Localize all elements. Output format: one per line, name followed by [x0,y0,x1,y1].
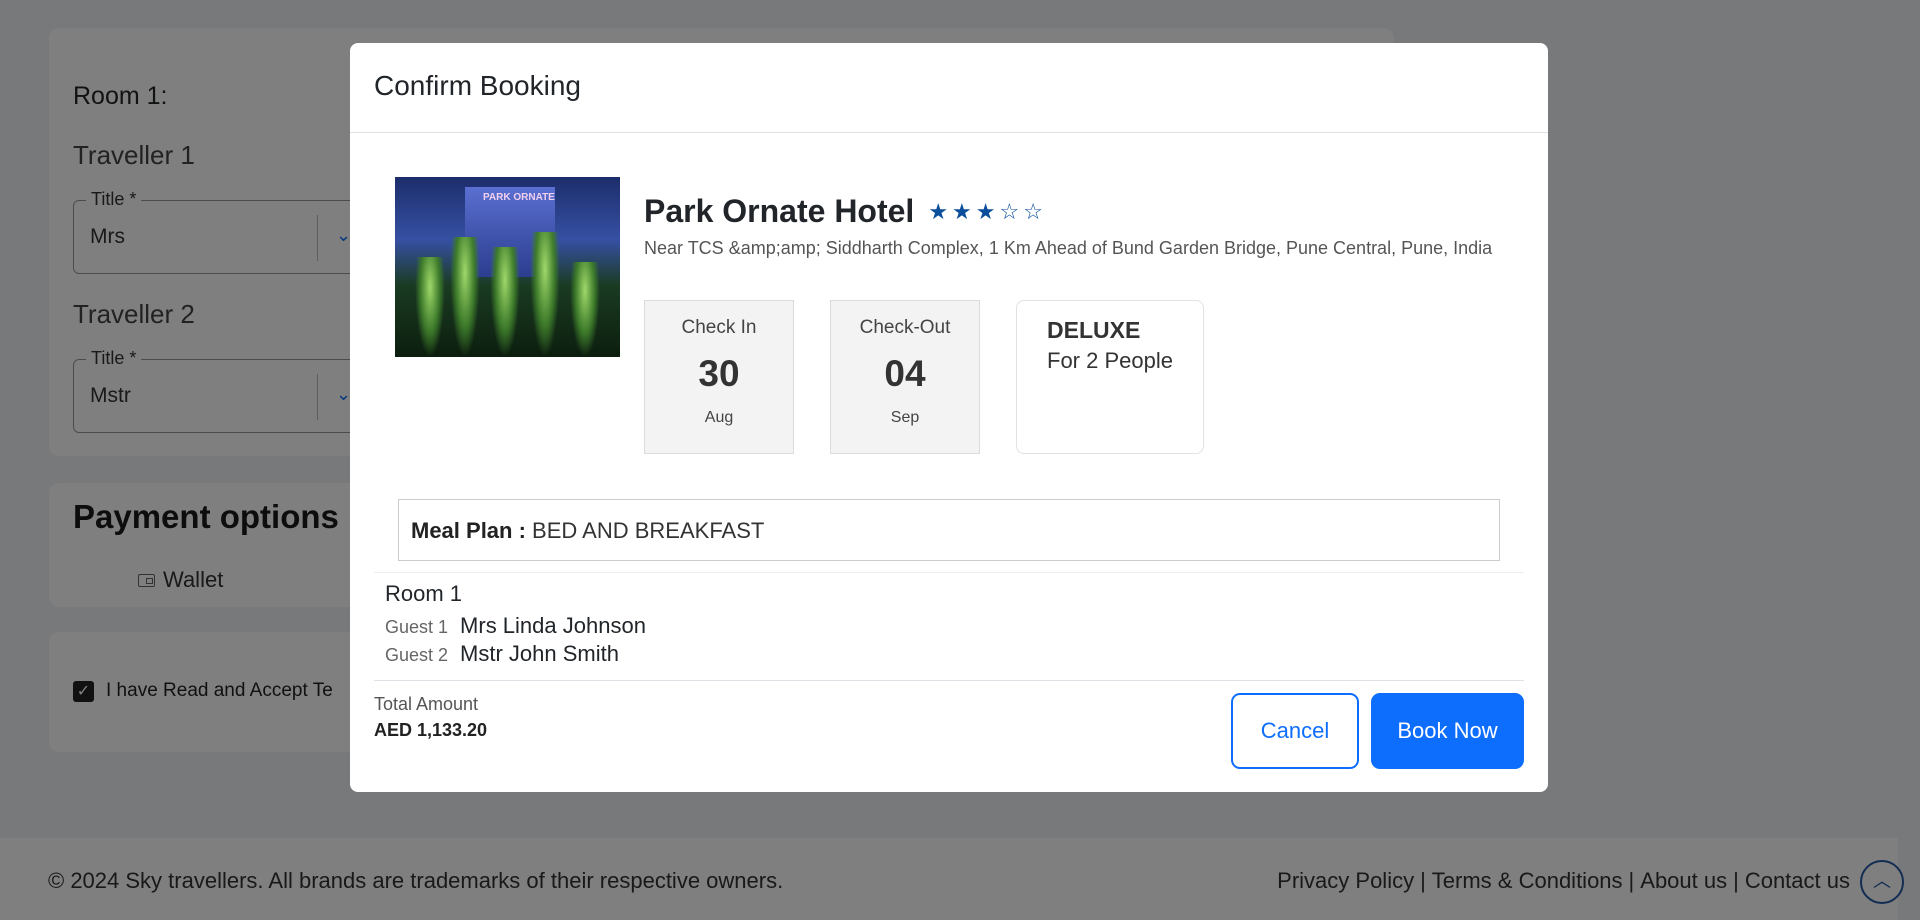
meal-plan-value: BED AND BREAKFAST [532,518,765,543]
hotel-image-sign: PARK ORNATE [483,192,555,203]
check-out-label: Check-Out [859,317,951,338]
check-out-month: Sep [890,409,920,426]
book-now-button[interactable]: Book Now [1371,693,1524,769]
guest-row: Guest 2 Mstr John Smith [385,641,646,667]
modal-header: Confirm Booking [350,43,1548,133]
guest-row: Guest 1 Mrs Linda Johnson [385,613,646,639]
star-empty-icon: ☆ [999,198,1020,224]
hotel-name-row: Park Ornate Hotel ★ ★ ★ ☆ ☆ [644,193,1043,230]
total-label: Total Amount [374,694,479,714]
check-out-box: Check-Out 04 Sep [830,300,980,454]
palm-shape [530,232,560,357]
check-in-label: Check In [681,317,757,338]
guest-name: Mrs Linda Johnson [460,613,646,638]
star-empty-icon: ☆ [1023,198,1043,224]
palm-shape [490,247,520,357]
check-in-day: 30 [698,353,740,394]
guest-label: Guest 2 [385,645,449,665]
room-guests: Room 1 Guest 1 Mrs Linda Johnson Guest 2… [385,581,646,667]
divider [374,680,1524,681]
modal-title: Confirm Booking [374,70,581,101]
confirm-booking-modal: Confirm Booking PARK ORNATE Park Ornate … [350,43,1548,792]
cancel-button[interactable]: Cancel [1231,693,1359,769]
divider [374,572,1524,573]
palm-shape [450,237,480,357]
total-value: AED 1,133.20 [374,720,488,740]
guest-name: Mstr John Smith [460,641,619,666]
star-filled-icon: ★ [952,198,972,224]
hotel-name: Park Ornate Hotel [644,193,915,229]
star-filled-icon: ★ [975,198,996,224]
room-title: Room 1 [385,581,463,606]
meal-plan: Meal Plan : BED AND BREAKFAST [398,499,1500,561]
room-capacity: For 2 People [1047,348,1173,373]
palm-shape [415,257,445,357]
check-out-day: 04 [884,353,926,394]
palm-shape [570,262,600,357]
hotel-image: PARK ORNATE [395,177,620,357]
hotel-address: Near TCS &amp;amp; Siddharth Complex, 1 … [644,238,1493,258]
guest-label: Guest 1 [385,617,449,637]
room-type-box: DELUXE For 2 People [1016,300,1204,454]
room-type: DELUXE [1047,317,1141,343]
star-rating: ★ ★ ★ ☆ ☆ [928,199,1043,225]
check-in-month: Aug [704,409,734,426]
star-filled-icon: ★ [928,198,949,224]
total-amount: Total Amount AED 1,133.20 [374,694,487,741]
meal-plan-label: Meal Plan : [411,518,526,543]
check-in-box: Check In 30 Aug [644,300,794,454]
